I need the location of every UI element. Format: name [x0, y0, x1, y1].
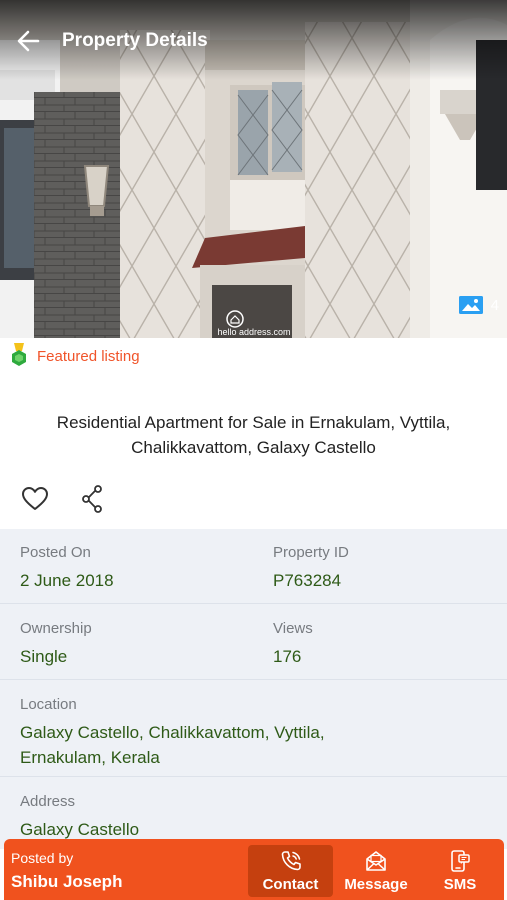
contact-label: Contact: [262, 876, 319, 893]
listing-title: Residential Apartment for Sale in Ernaku…: [56, 413, 451, 457]
posted-by-label: Posted by: [11, 850, 74, 866]
posted-on-label: Posted On: [20, 544, 91, 561]
address-label: Address: [20, 793, 76, 810]
posted-on-field: Posted On 2 June 2018: [20, 543, 480, 593]
share-icon: [82, 485, 102, 513]
details-row: Posted On 2 June 2018 Property ID P76328…: [0, 529, 507, 604]
photo-count-number: 4: [490, 296, 499, 314]
favorite-button[interactable]: [20, 484, 50, 514]
property-id-value: P763284: [273, 571, 342, 590]
message-button[interactable]: Message: [336, 845, 416, 897]
poster-name: Shibu Joseph: [11, 872, 123, 891]
address-field: Address Galaxy Castello: [20, 792, 480, 842]
location-field: Location Galaxy Castello, Chalikkavattom…: [20, 695, 480, 770]
location-label: Location: [20, 696, 77, 713]
property-id-label: Property ID: [273, 544, 349, 561]
contact-button[interactable]: Contact: [248, 845, 333, 897]
share-button[interactable]: [79, 484, 109, 514]
photo-count[interactable]: 4: [458, 296, 499, 314]
heart-icon: [22, 487, 48, 510]
featured-label: Featured listing: [37, 347, 140, 365]
property-details-panel: Posted On 2 June 2018 Property ID P76328…: [0, 529, 507, 849]
contact-bar: Posted by Shibu Joseph Contact Message S…: [4, 839, 504, 900]
views-label: Views: [273, 620, 313, 637]
ownership-value: Single: [20, 647, 68, 666]
page-title: Property Details: [62, 30, 208, 51]
ownership-field: Ownership Single: [20, 619, 480, 669]
svg-text:hello address.com: hello address.com: [217, 327, 290, 337]
ownership-label: Ownership: [20, 620, 92, 637]
views-field: Views 176: [273, 619, 313, 669]
poster-info: Posted by Shibu Joseph: [11, 849, 122, 894]
details-row: Location Galaxy Castello, Chalikkavattom…: [0, 681, 507, 777]
property-id-field: Property ID P763284: [273, 543, 349, 593]
photo-watermark: hello address.com: [206, 308, 302, 338]
back-arrow-icon: [17, 30, 40, 52]
location-value: Galaxy Castello, Chalikkavattom, Vyttila…: [20, 723, 325, 767]
message-label: Message: [344, 876, 408, 893]
phone-icon: [281, 851, 301, 871]
envelope-icon: [366, 851, 386, 871]
back-button[interactable]: [12, 26, 46, 56]
sms-label: SMS: [443, 876, 477, 893]
sms-phone-icon: [451, 850, 470, 872]
featured-listing-tag: Featured listing: [10, 343, 140, 369]
photo-gallery-icon: [458, 296, 483, 314]
property-photo[interactable]: Property Details hello address.com 4: [0, 0, 507, 338]
sms-button[interactable]: SMS: [420, 845, 500, 897]
posted-on-value: 2 June 2018: [20, 571, 114, 590]
featured-badge-icon: [12, 343, 26, 366]
details-row: Ownership Single Views 176: [0, 605, 507, 680]
views-value: 176: [273, 647, 302, 666]
